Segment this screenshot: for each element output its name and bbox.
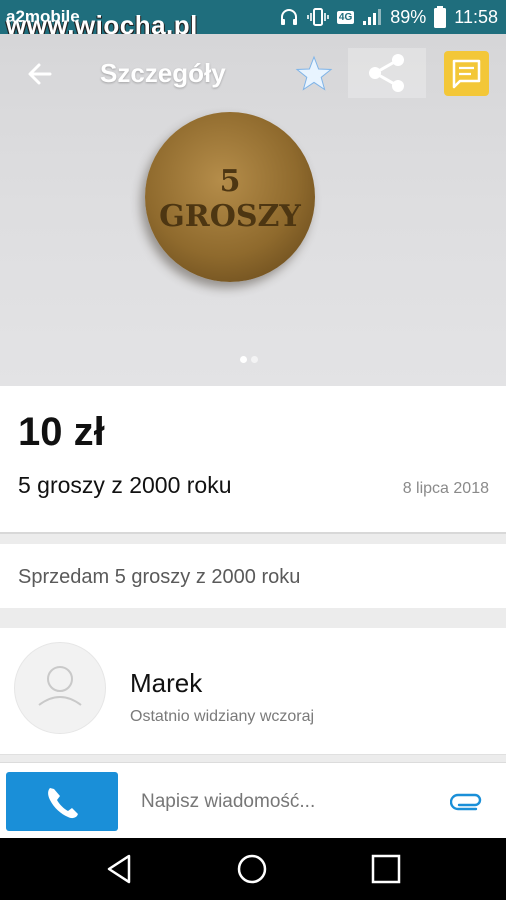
seller-name: Marek (130, 668, 203, 698)
chat-icon (452, 59, 481, 89)
vibrate-icon (307, 8, 329, 26)
home-circle-icon[interactable] (234, 851, 270, 887)
share-icon (369, 54, 404, 92)
coin-image: 5 GROSZY (145, 112, 315, 282)
recents-square-icon[interactable] (368, 851, 404, 887)
status-bar: a2mobile www.wiocha.pl 4G 89% 11:58 (0, 0, 506, 40)
system-nav-bar (0, 838, 506, 900)
phone-icon (48, 788, 78, 819)
description-text: Sprzedam 5 groszy z 2000 roku (18, 566, 301, 588)
paperclip-icon[interactable] (450, 790, 484, 812)
battery-icon (434, 6, 447, 28)
avatar[interactable] (14, 642, 106, 734)
signal-icon (363, 9, 382, 25)
gallery-indicator (240, 356, 258, 363)
gallery-dot (240, 356, 247, 363)
battery-level: 89% (390, 6, 427, 27)
clock: 11:58 (454, 6, 498, 27)
listing-title: 5 groszy z 2000 roku (18, 472, 232, 498)
back-triangle-icon[interactable] (101, 851, 137, 887)
listing-description: Sprzedam 5 groszy z 2000 roku (0, 544, 506, 608)
message-button[interactable] (444, 51, 489, 96)
gallery-dot (251, 356, 258, 363)
message-bar (0, 762, 506, 839)
listing-date: 8 lipca 2018 (402, 480, 489, 497)
user-icon (38, 666, 82, 706)
star-icon[interactable] (294, 54, 334, 94)
network-type: 4G (336, 10, 355, 24)
page-title: Szczegóły (100, 58, 226, 88)
coin-inscription: 5 GROSZY (159, 164, 301, 234)
share-button[interactable] (348, 48, 426, 98)
message-input[interactable] (128, 777, 443, 827)
seller-card[interactable]: Marek Ostatnio widziany wczoraj (0, 628, 506, 755)
listing-price: 10 zł (18, 410, 105, 454)
back-arrow-icon[interactable] (24, 58, 56, 90)
listing-summary: 10 zł 5 groszy z 2000 roku 8 lipca 2018 (0, 386, 506, 534)
listing-photo[interactable]: 5 GROSZY (0, 34, 506, 386)
seller-last-seen: Ostatnio widziany wczoraj (130, 708, 315, 725)
call-button[interactable] (6, 772, 118, 831)
headphones-icon (280, 9, 297, 25)
